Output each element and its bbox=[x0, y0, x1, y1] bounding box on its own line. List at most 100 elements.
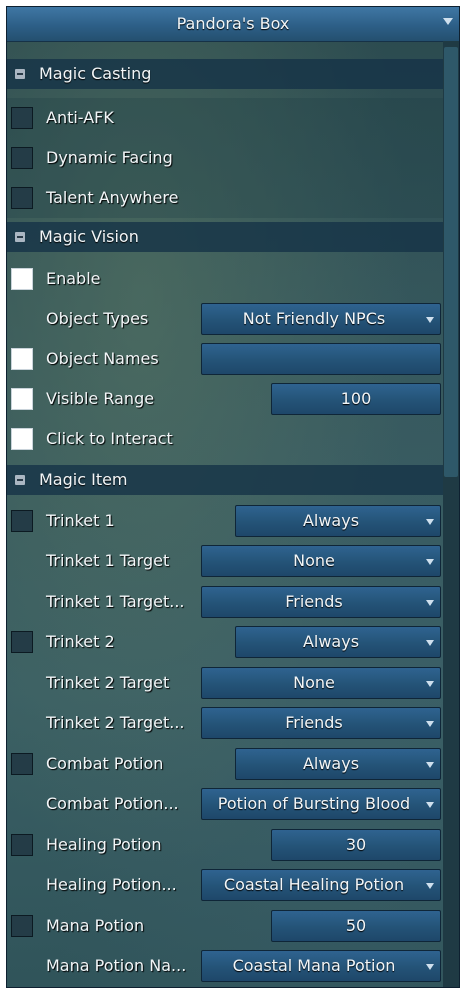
object-types-label: Object Types bbox=[46, 309, 149, 328]
trinket-1-target-2-dropdown[interactable]: Friends bbox=[201, 586, 441, 618]
collapse-minus-icon[interactable] bbox=[15, 475, 25, 485]
talent-anywhere-checkbox[interactable] bbox=[11, 187, 33, 209]
chevron-down-icon bbox=[426, 559, 434, 565]
row-combat-potion-name: Combat Potion... Potion of Bursting Bloo… bbox=[7, 784, 443, 824]
talent-anywhere-label: Talent Anywhere bbox=[46, 188, 179, 207]
row-trinket-1-target-2: Trinket 1 Target... Friends bbox=[7, 582, 443, 622]
object-names-input[interactable] bbox=[201, 343, 441, 375]
dynamic-facing-checkbox[interactable] bbox=[11, 147, 33, 169]
row-healing-potion: Healing Potion 30 bbox=[7, 825, 443, 865]
trinket-1-dropdown[interactable]: Always bbox=[235, 505, 441, 537]
mana-potion-input[interactable]: 50 bbox=[271, 910, 441, 942]
click-to-interact-label: Click to Interact bbox=[46, 429, 173, 448]
healing-potion-checkbox[interactable] bbox=[11, 834, 33, 856]
row-click-to-interact: Click to Interact bbox=[7, 419, 443, 459]
chevron-down-icon bbox=[426, 802, 434, 808]
row-healing-potion-name: Healing Potion... Coastal Healing Potion bbox=[7, 865, 443, 905]
chevron-down-icon bbox=[426, 317, 434, 323]
combat-potion-checkbox[interactable] bbox=[11, 753, 33, 775]
trinket-2-target-dropdown[interactable]: None bbox=[201, 667, 441, 699]
row-anti-afk: Anti-AFK bbox=[7, 98, 443, 138]
trinket-1-target-2-label: Trinket 1 Target... bbox=[46, 592, 185, 611]
section-header-magic-item[interactable]: Magic Item bbox=[7, 465, 443, 495]
row-trinket-1-target: Trinket 1 Target None bbox=[7, 541, 443, 581]
combat-potion-name-value: Potion of Bursting Blood bbox=[217, 794, 411, 813]
healing-potion-name-value: Coastal Healing Potion bbox=[223, 875, 405, 894]
chevron-down-icon bbox=[426, 519, 434, 525]
visible-range-checkbox[interactable] bbox=[11, 388, 33, 410]
chevron-down-icon bbox=[426, 681, 434, 687]
object-names-label: Object Names bbox=[46, 349, 159, 368]
chevron-down-icon bbox=[426, 762, 434, 768]
enable-checkbox[interactable] bbox=[11, 268, 33, 290]
object-names-checkbox[interactable] bbox=[11, 348, 33, 370]
healing-potion-name-label: Healing Potion... bbox=[46, 875, 177, 894]
click-to-interact-checkbox[interactable] bbox=[11, 428, 33, 450]
row-combat-potion: Combat Potion Always bbox=[7, 744, 443, 784]
section-header-magic-casting[interactable]: Magic Casting bbox=[7, 59, 443, 89]
healing-potion-value: 30 bbox=[345, 835, 367, 854]
enable-label: Enable bbox=[46, 269, 101, 288]
trinket-2-target-2-value: Friends bbox=[285, 713, 343, 732]
section-title: Magic Vision bbox=[39, 227, 139, 246]
trinket-1-target-dropdown[interactable]: None bbox=[201, 545, 441, 577]
mana-potion-name-value: Coastal Mana Potion bbox=[232, 956, 396, 975]
trinket-2-target-value: None bbox=[293, 673, 335, 692]
trinket-1-checkbox[interactable] bbox=[11, 510, 33, 532]
row-trinket-2-target: Trinket 2 Target None bbox=[7, 663, 443, 703]
combat-potion-value: Always bbox=[302, 754, 360, 773]
collapse-minus-icon[interactable] bbox=[15, 69, 25, 79]
mana-potion-name-label: Mana Potion Na... bbox=[46, 956, 187, 975]
mana-potion-label: Mana Potion bbox=[46, 916, 145, 935]
row-mana-potion-name: Mana Potion Na... Coastal Mana Potion bbox=[7, 946, 443, 986]
trinket-1-target-value: None bbox=[293, 551, 335, 570]
chevron-down-icon bbox=[426, 721, 434, 727]
section-header-magic-vision[interactable]: Magic Vision bbox=[7, 222, 443, 252]
visible-range-label: Visible Range bbox=[46, 389, 155, 408]
scrollbar[interactable] bbox=[443, 41, 459, 987]
row-trinket-2-target-2: Trinket 2 Target... Friends bbox=[7, 703, 443, 743]
visible-range-value: 100 bbox=[340, 389, 372, 408]
chevron-down-icon bbox=[426, 600, 434, 606]
anti-afk-checkbox[interactable] bbox=[11, 107, 33, 129]
combat-potion-dropdown[interactable]: Always bbox=[235, 748, 441, 780]
visible-range-input[interactable]: 100 bbox=[271, 383, 441, 415]
mana-potion-value: 50 bbox=[345, 916, 367, 935]
chevron-down-icon bbox=[426, 883, 434, 889]
trinket-2-target-2-label: Trinket 2 Target... bbox=[46, 713, 185, 732]
scrollbar-thumb[interactable] bbox=[444, 47, 458, 477]
trinket-2-target-2-dropdown[interactable]: Friends bbox=[201, 707, 441, 739]
mana-potion-name-dropdown[interactable]: Coastal Mana Potion bbox=[201, 950, 441, 982]
anti-afk-label: Anti-AFK bbox=[46, 108, 114, 127]
trinket-2-dropdown[interactable]: Always bbox=[235, 626, 441, 658]
row-mana-potion: Mana Potion 50 bbox=[7, 906, 443, 946]
window-title-bar[interactable]: Pandora's Box bbox=[7, 7, 459, 42]
object-types-value: Not Friendly NPCs bbox=[242, 309, 386, 328]
chevron-down-icon bbox=[426, 964, 434, 970]
combat-potion-label: Combat Potion bbox=[46, 754, 164, 773]
mana-potion-checkbox[interactable] bbox=[11, 915, 33, 937]
collapse-minus-icon[interactable] bbox=[15, 232, 25, 242]
trinket-1-target-label: Trinket 1 Target bbox=[46, 551, 170, 570]
row-trinket-2: Trinket 2 Always bbox=[7, 622, 443, 662]
row-object-names: Object Names bbox=[7, 339, 443, 379]
combat-potion-name-dropdown[interactable]: Potion of Bursting Blood bbox=[201, 788, 441, 820]
row-enable: Enable bbox=[7, 259, 443, 299]
object-types-dropdown[interactable]: Not Friendly NPCs bbox=[201, 303, 441, 335]
row-object-types: Object Types Not Friendly NPCs bbox=[7, 299, 443, 339]
collapse-window-chevron-icon[interactable] bbox=[443, 18, 453, 25]
row-trinket-1: Trinket 1 Always bbox=[7, 501, 443, 541]
healing-potion-name-dropdown[interactable]: Coastal Healing Potion bbox=[201, 869, 441, 901]
row-talent-anywhere: Talent Anywhere bbox=[7, 178, 443, 218]
trinket-2-target-label: Trinket 2 Target bbox=[46, 673, 170, 692]
combat-potion-name-label: Combat Potion... bbox=[46, 794, 179, 813]
row-visible-range: Visible Range 100 bbox=[7, 379, 443, 419]
trinket-2-label: Trinket 2 bbox=[46, 632, 115, 651]
chevron-down-icon bbox=[426, 640, 434, 646]
dynamic-facing-label: Dynamic Facing bbox=[46, 148, 173, 167]
healing-potion-input[interactable]: 30 bbox=[271, 829, 441, 861]
pandoras-box-panel: Pandora's Box Magic Casting Anti-AFK Dyn… bbox=[6, 6, 460, 988]
trinket-1-label: Trinket 1 bbox=[46, 511, 115, 530]
trinket-2-checkbox[interactable] bbox=[11, 631, 33, 653]
healing-potion-label: Healing Potion bbox=[46, 835, 162, 854]
